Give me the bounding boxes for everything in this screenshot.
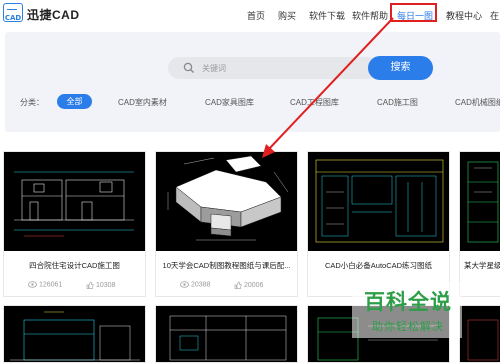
drawing-card[interactable]: CAD小白必备AutoCAD练习图纸 [307, 151, 450, 297]
card-thumbnail[interactable] [460, 152, 500, 251]
watermark-title: 百科全说 [364, 291, 452, 314]
site-name[interactable]: 迅捷CAD [27, 6, 80, 23]
category-furniture[interactable]: CAD家具图库 [205, 97, 254, 108]
card-title[interactable]: 四合院住宅设计CAD施工图 [4, 260, 145, 271]
nav-home[interactable]: 首页 [247, 9, 265, 22]
views-stat: 20388 [180, 281, 210, 288]
search-icon [183, 62, 194, 73]
search-input[interactable] [168, 57, 378, 79]
category-interior[interactable]: CAD室内素材 [118, 97, 167, 108]
nav-help[interactable]: 软件帮助 [352, 9, 388, 22]
likes-count: 20006 [243, 281, 264, 289]
likes-stat: 10308 [86, 281, 115, 289]
likes-count: 10308 [95, 281, 116, 289]
nav-buy[interactable]: 购买 [278, 9, 296, 22]
drawing-card[interactable]: 10天学会CAD制图教程图纸与课后配... 20388 20006 [155, 151, 298, 297]
watermark-subtitle: 助你轻松解决 [372, 321, 444, 333]
drawing-card[interactable]: 四合院住宅设计CAD施工图 126061 10308 [3, 151, 146, 297]
card-thumbnail[interactable] [156, 152, 297, 251]
views-stat: 126061 [28, 281, 62, 288]
3d-puzzle-image [156, 152, 297, 251]
drawing-card-row2[interactable] [3, 305, 146, 363]
card-thumbnail[interactable] [4, 152, 145, 251]
page: CAD 迅捷CAD 首页 购买 软件下载 软件帮助 每日一图 教程中心 在 关键… [0, 0, 500, 363]
drawing-card-row2[interactable] [459, 305, 500, 363]
category-engineering[interactable]: CAD工程图库 [290, 97, 339, 108]
eye-icon [180, 281, 189, 288]
logo-text: CAD [4, 14, 22, 22]
cad-drawing-image [467, 319, 499, 361]
card-title[interactable]: 10天学会CAD制图教程图纸与课后配... [156, 260, 297, 271]
nav-tutorials[interactable]: 教程中心 [446, 9, 482, 22]
thumbs-up-icon [86, 281, 94, 289]
category-mechanical[interactable]: CAD机械图纸 [455, 97, 500, 108]
search-button[interactable]: 搜索 [368, 56, 433, 80]
drawing-card[interactable]: 某大学星级... [459, 151, 500, 297]
cad-logo-icon[interactable]: CAD [3, 3, 23, 22]
card-title[interactable]: 某大学星级... [460, 260, 500, 271]
category-all[interactable]: 全部 [57, 94, 92, 109]
views-count: 20388 [190, 281, 211, 289]
cad-drawing-image [308, 152, 449, 251]
drawing-card-row2[interactable] [155, 305, 298, 363]
thumbs-up-icon [234, 281, 242, 289]
category-label: 分类： [20, 98, 44, 107]
nav-more[interactable]: 在 [490, 9, 499, 22]
highlight-box [390, 3, 437, 22]
cad-drawing-image [169, 315, 287, 361]
card-stats: 126061 10308 [4, 278, 145, 294]
nav-download[interactable]: 软件下载 [309, 9, 345, 22]
eye-icon [28, 281, 37, 288]
card-thumbnail[interactable] [308, 152, 449, 251]
cad-drawing-image [460, 152, 500, 251]
top-header: CAD 迅捷CAD 首页 购买 软件下载 软件帮助 每日一图 教程中心 在 [0, 0, 500, 28]
likes-stat: 20006 [234, 281, 263, 289]
search-panel [5, 32, 500, 132]
search-placeholder: 关键词 [202, 64, 226, 73]
views-count: 126061 [38, 281, 63, 289]
category-construction[interactable]: CAD施工图 [377, 97, 418, 108]
cad-drawing-image [10, 311, 140, 361]
card-stats: 20388 20006 [156, 278, 297, 294]
card-title[interactable]: CAD小白必备AutoCAD练习图纸 [308, 260, 449, 271]
cad-drawing-image [4, 152, 145, 251]
